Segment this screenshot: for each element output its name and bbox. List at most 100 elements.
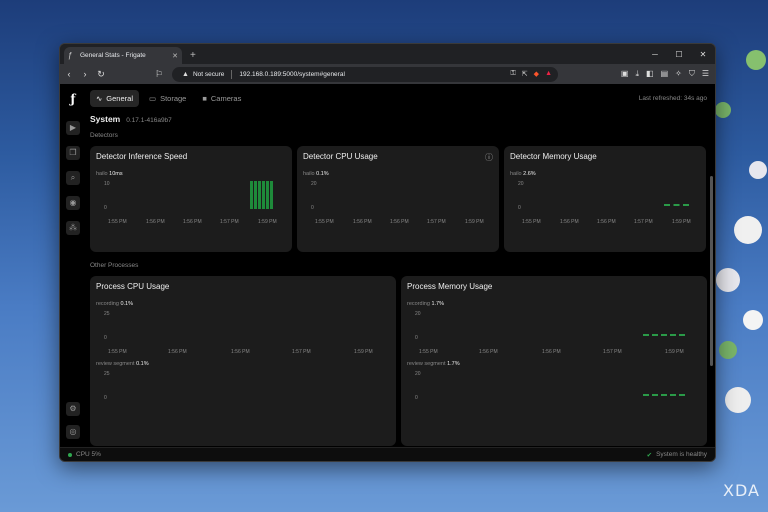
chart-bar [262,181,265,209]
wallet-icon[interactable]: ▤ [661,69,669,79]
series-name: hailo [303,171,315,177]
card-title: Process Memory Usage [407,282,493,291]
process-cpu-card: Process CPU Usage recording 0.1% 25 0 1:… [90,276,396,446]
series-value: 1.7% [447,361,460,367]
explore-search-icon[interactable]: ⌕ [66,171,80,185]
series-name: review segment [96,361,135,367]
activity-icon: ∿ [96,93,103,103]
other-processes-section-label: Other Processes [90,262,139,269]
account-icon[interactable]: ◎ [66,425,80,439]
x-tick: 1:57 PM [603,349,622,355]
reload-icon[interactable]: ↻ [96,69,106,80]
x-tick: 1:56 PM [353,219,372,225]
tab-cameras[interactable]: ■ Cameras [196,90,247,107]
memory-series-line [643,394,685,396]
tab-close-icon[interactable]: ✕ [172,52,178,60]
x-tick: 1:57 PM [427,219,446,225]
cpu-status: CPU 5% [76,451,101,458]
version-label: 0.17.1-416a9b7 [126,117,172,124]
settings-gear-icon[interactable]: ⚙ [66,402,80,416]
frigate-logo-icon[interactable]: ƒ [70,92,75,106]
info-icon[interactable]: ⓘ [485,152,493,163]
live-camera-icon[interactable]: ▶ [66,121,80,135]
tab-title: General Stats - Frigate [80,52,146,59]
series-value: 0.1% [136,361,149,367]
series-value: 10ms [109,171,123,177]
new-tab-button[interactable]: + [190,50,196,61]
card-title: Detector Memory Usage [510,152,597,161]
x-tick: 1:57 PM [220,219,239,225]
series-value: 0.1% [316,171,329,177]
vpn-icon[interactable]: ⛉ [689,69,695,79]
forward-icon[interactable]: › [80,69,90,79]
chart-bar [258,181,261,209]
maximize-icon[interactable]: ☐ [667,50,691,59]
series-label: hailo 0.1% [303,171,493,177]
menu-icon[interactable]: ☰ [702,69,709,79]
brave-rewards-icon[interactable]: ▲ [545,70,552,78]
cpu-chart: 20 0 1:55 PM 1:56 PM 1:56 PM 1:57 PM 1:5… [303,181,493,225]
download-icon[interactable]: ⤓ [635,69,639,79]
address-bar[interactable]: ⚐ ▲ Not secure 192.168.0.189:5000/system… [155,66,558,82]
y-tick: 0 [311,205,314,211]
inference-chart: 10 0 1:55 PM 1:56 PM 1:56 PM 1:57 PM 1:5… [96,181,286,225]
y-tick: 10 [104,181,110,187]
tab-storage-label: Storage [160,93,187,103]
security-label[interactable]: Not secure [193,71,224,78]
sidebar-toggle-icon[interactable]: ◧ [646,69,654,79]
x-tick: 1:59 PM [672,219,691,225]
y-tick: 25 [104,371,110,377]
sidebar: ƒ ▶ ❐ ⌕ ◉ ⁂ ⚙ ◎ [60,84,86,447]
minimize-icon[interactable]: ─ [643,50,667,59]
process-memory-card: Process Memory Usage recording 1.7% 20 0… [401,276,707,446]
faces-icon[interactable]: ⁂ [66,221,80,235]
series-label: review segment 1.7% [407,361,701,367]
inference-speed-card: Detector Inference Speed hailo 10ms 10 0… [90,146,292,252]
series-value: 2.6% [523,171,536,177]
memory-chart: 20 0 1:55 PM 1:56 PM 1:56 PM 1:57 PM 1:5… [510,181,700,225]
series-name: hailo [510,171,522,177]
review-icon[interactable]: ❐ [66,146,80,160]
x-tick: 1:56 PM [231,349,250,355]
bookmark-icon[interactable]: ⚐ [154,69,164,80]
x-tick: 1:56 PM [183,219,202,225]
browser-tab[interactable]: ƒ General Stats - Frigate ✕ [64,47,182,64]
x-tick: 1:55 PM [419,349,438,355]
status-bar: CPU 5% ✔ System is healthy [60,447,715,461]
export-icon[interactable]: ◉ [66,196,80,210]
memory-series-line [664,204,689,206]
tab-general-label: General [106,93,133,103]
chart-bar [250,181,253,209]
url-text[interactable]: 192.168.0.189:5000/system#general [239,71,506,78]
share-icon[interactable]: ⇱ [522,70,528,78]
key-icon[interactable]: ⚿ [510,70,515,78]
leo-icon[interactable]: ✧ [675,69,682,79]
process-memory-review-chart: 20 0 [407,371,701,403]
page-title: System [90,114,121,124]
chart-bar [254,181,257,209]
y-tick: 0 [104,335,107,341]
series-value: 1.7% [431,301,445,307]
x-tick: 1:59 PM [465,219,484,225]
back-icon[interactable]: ‹ [64,69,74,79]
tab-storage[interactable]: ▭ Storage [143,90,192,107]
x-tick: 1:59 PM [354,349,373,355]
translate-icon[interactable]: ▣ [621,69,629,79]
brave-shields-icon[interactable]: ◆ [534,70,539,78]
x-tick: 1:56 PM [146,219,165,225]
address-divider [231,69,233,79]
card-title: Process CPU Usage [96,282,170,291]
y-tick: 25 [104,311,110,317]
scrollbar[interactable] [710,176,713,366]
process-memory-recording-chart: 20 0 1:55 PM 1:56 PM 1:56 PM 1:57 PM 1:5… [407,311,701,355]
series-label: review segment 0.1% [96,361,390,367]
series-label: recording 0.1% [96,301,390,307]
y-tick: 0 [518,205,521,211]
x-tick: 1:59 PM [665,349,684,355]
series-label: recording 1.7% [407,301,701,307]
tab-general[interactable]: ∿ General [90,89,139,107]
system-nav: ∿ General ▭ Storage ■ Cameras Last refre… [90,88,707,108]
tab-strip: ƒ General Stats - Frigate ✕ + ─ ☐ ✕ [60,44,715,64]
close-window-icon[interactable]: ✕ [691,50,715,59]
x-tick: 1:56 PM [560,219,579,225]
